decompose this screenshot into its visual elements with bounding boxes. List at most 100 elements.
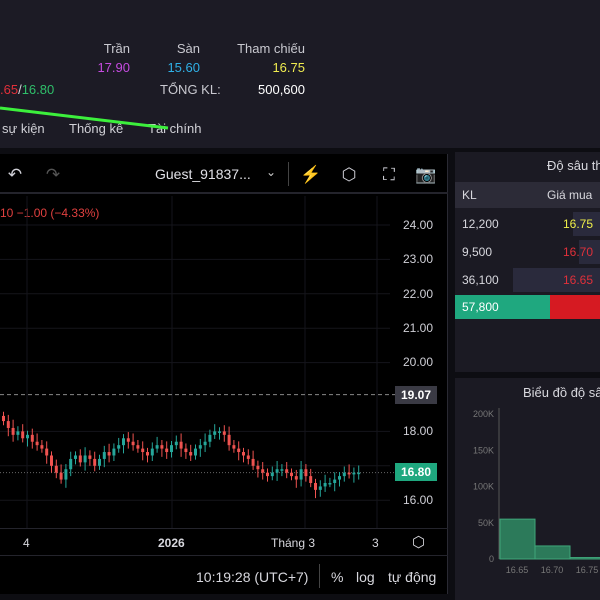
candle-body	[150, 448, 154, 456]
total-volume-value: 500,600	[258, 82, 305, 97]
candle-body	[155, 445, 159, 449]
candle-body	[88, 455, 92, 459]
order-book-panel: Độ sâu th KL Giá mua 12,200 16.75 9,500 16…	[455, 152, 600, 372]
candle-body	[146, 452, 149, 456]
candle-body	[352, 472, 356, 475]
candle-body	[242, 452, 245, 456]
time-label: 2026	[158, 536, 185, 550]
candle-body	[266, 472, 269, 477]
order-row[interactable]: 12,200 16.75	[455, 210, 600, 238]
candle-body	[30, 434, 34, 442]
candle-body	[357, 472, 361, 475]
candle-body	[131, 441, 135, 446]
price-chart[interactable]: ↶ ↷ Guest_91837... ⌄ ⚡ ⬡ ⛶ 📷 10 −1.00 (−…	[0, 154, 448, 594]
candle-body	[170, 445, 173, 453]
depth-bar	[569, 557, 600, 560]
candle-body	[218, 431, 221, 433]
ref-value: 16.75	[272, 60, 305, 75]
stock-header: Trần 17.90 Sàn 15.60 Tham chiếu 16.75 .6…	[0, 0, 600, 148]
price-label: 23.00	[402, 252, 433, 266]
candle-body	[323, 483, 327, 487]
candle-body	[117, 445, 121, 449]
x-tick-label: 16.70	[541, 565, 564, 575]
total-bar: 57,800	[455, 295, 600, 319]
candle-body	[261, 469, 265, 473]
candle-body	[338, 476, 341, 480]
log-toggle[interactable]: log	[356, 569, 375, 585]
candle-body	[122, 438, 125, 446]
order-book-header: KL Giá mua	[455, 182, 600, 208]
candle-body	[40, 445, 44, 449]
candle-body	[6, 421, 10, 428]
price-label: 16.00	[402, 493, 433, 507]
auto-toggle[interactable]: tự động	[388, 569, 436, 585]
annotation-line	[0, 106, 169, 130]
axis-settings-icon[interactable]: ⬡	[412, 533, 425, 551]
candle-body	[198, 445, 202, 449]
price-label: 18.00	[402, 424, 433, 438]
price-label: 21.00	[402, 321, 433, 335]
price-label: 22.00	[402, 287, 433, 301]
candle-body	[102, 452, 106, 459]
candle-body	[184, 448, 188, 453]
candle-body	[208, 434, 212, 442]
candle-body	[294, 476, 298, 480]
candle-body	[347, 472, 351, 475]
candle-body	[189, 452, 193, 456]
divider	[0, 555, 448, 556]
candle-body	[232, 445, 236, 449]
last-price-marker: 16.80	[395, 463, 437, 481]
order-row[interactable]: 36,100 16.65	[455, 266, 600, 294]
candle-body	[285, 469, 289, 473]
candle-body	[227, 434, 231, 446]
candle-body	[50, 455, 53, 466]
candle-body	[69, 458, 73, 470]
candle-body	[64, 469, 68, 480]
time-label: Tháng 3	[271, 536, 316, 550]
candle-body	[16, 431, 20, 435]
candle-body	[299, 469, 303, 480]
candle-body	[174, 441, 178, 446]
candle-body	[107, 452, 111, 456]
candle-body	[222, 431, 226, 435]
depth-chart-panel: Biểu đồ độ sâ 200K 150K 100K 50K 0 16.65 16.70…	[455, 378, 600, 600]
depth-bar	[499, 518, 536, 560]
percent-toggle[interactable]: %	[331, 569, 343, 585]
candle-body	[237, 448, 241, 453]
price-label: 20.00	[402, 355, 433, 369]
candle-body	[333, 479, 337, 483]
candle-body	[98, 458, 101, 466]
candle-body	[54, 465, 58, 473]
candle-body	[256, 465, 260, 470]
candle-body	[26, 434, 29, 439]
candle-body	[246, 455, 250, 459]
candle-body	[126, 438, 130, 442]
candle-body	[59, 472, 63, 480]
y-tick-label: 150K	[473, 445, 494, 455]
col-kl: KL	[462, 188, 477, 202]
candle-body	[280, 469, 284, 471]
price-label: 24.00	[402, 218, 433, 232]
candle-body	[78, 455, 82, 463]
candle-body	[304, 469, 308, 477]
candle-body	[165, 448, 169, 453]
candle-body	[141, 448, 145, 453]
candle-body	[83, 455, 87, 463]
time-label: 4	[23, 536, 30, 550]
candle-body	[136, 445, 140, 449]
candle-body	[194, 448, 197, 456]
y-tick-label: 100K	[473, 482, 494, 492]
total-bid-volume: 57,800	[462, 300, 499, 314]
candle-body	[251, 458, 255, 466]
candle-body	[270, 472, 274, 477]
candle-body	[74, 455, 77, 459]
candle-body	[112, 448, 116, 456]
candle-body	[21, 431, 25, 439]
candle-body	[314, 483, 317, 490]
divider	[319, 564, 320, 588]
y-tick-label: 50K	[478, 518, 494, 528]
time-label: 3	[372, 536, 379, 550]
order-row[interactable]: 9,500 16.70	[455, 238, 600, 266]
candle-body	[179, 441, 183, 449]
y-tick-label: 0	[489, 554, 494, 564]
